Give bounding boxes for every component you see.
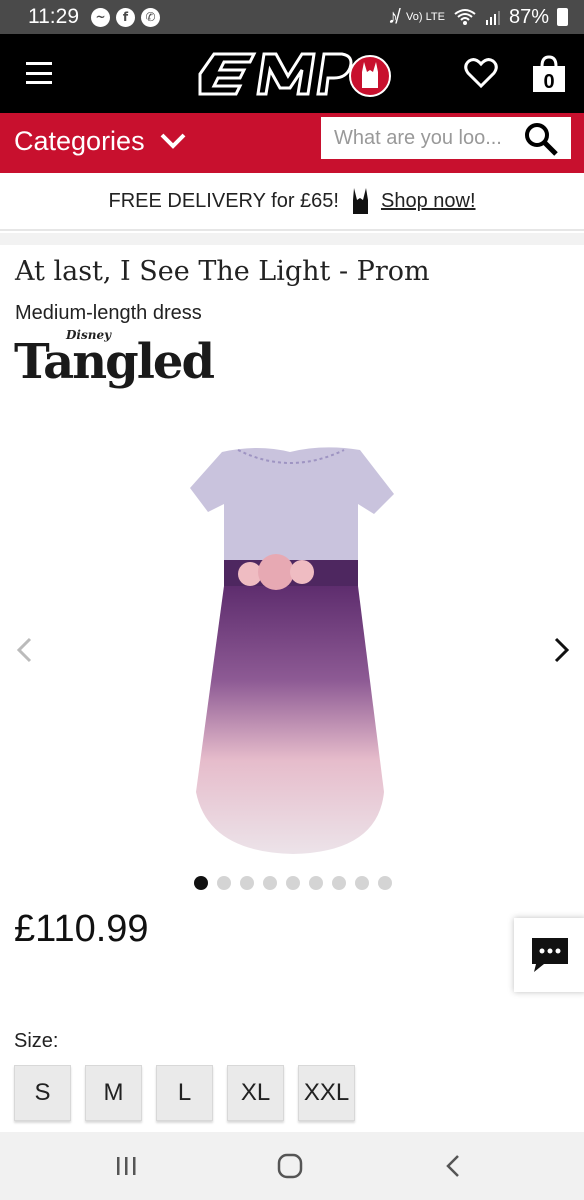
shop-now-link[interactable]: Shop now!	[381, 190, 476, 213]
gallery-dot[interactable]	[240, 876, 254, 890]
wishlist-heart-icon[interactable]	[464, 56, 498, 90]
facebook-icon: f	[116, 7, 135, 27]
categories-dropdown[interactable]: Categories	[14, 121, 187, 161]
rock-hand-icon	[352, 188, 368, 214]
category-search-bar: Categories	[0, 113, 584, 173]
gallery-dot[interactable]	[263, 876, 277, 890]
brand-name: Tangled	[14, 334, 215, 390]
product-gallery[interactable]	[0, 420, 584, 870]
battery-percent: 87%	[508, 5, 549, 28]
size-label: Size:	[14, 1030, 59, 1052]
size-xxl-button[interactable]: XXL	[298, 1065, 355, 1121]
chevron-right-icon[interactable]	[550, 635, 574, 665]
gallery-pagination	[194, 876, 392, 890]
chevron-down-icon	[160, 133, 185, 149]
gallery-dot[interactable]	[378, 876, 392, 890]
recent-apps-icon[interactable]	[110, 1150, 142, 1182]
status-time: 11:29	[28, 5, 79, 28]
wifi-icon	[454, 9, 476, 25]
gallery-dot[interactable]	[217, 876, 231, 890]
menu-icon[interactable]	[26, 62, 52, 84]
product-title: At last, I See The Light - Prom	[15, 256, 430, 287]
messenger-icon: ~	[91, 7, 110, 27]
status-bar: 11:29 ~ f ✆ ♪̸ Vo) LTE 87%	[0, 0, 584, 34]
whatsapp-icon: ✆	[141, 7, 160, 27]
size-options: S M L XL XXL	[14, 1065, 355, 1121]
categories-label: Categories	[14, 125, 145, 156]
battery-icon	[557, 8, 568, 26]
gallery-dot[interactable]	[332, 876, 346, 890]
site-header: 0	[0, 34, 584, 113]
chat-bubble-icon	[532, 938, 568, 972]
divider	[0, 233, 584, 245]
size-m-button[interactable]: M	[85, 1065, 142, 1121]
search-box[interactable]	[321, 117, 571, 159]
gallery-dot[interactable]	[286, 876, 300, 890]
back-icon[interactable]	[438, 1150, 470, 1182]
search-input[interactable]	[334, 126, 520, 150]
shopping-bag-icon[interactable]: 0	[530, 54, 568, 94]
delivery-banner: FREE DELIVERY for £65! Shop now!	[0, 173, 584, 231]
chevron-left-icon[interactable]	[12, 635, 36, 665]
cart-count: 0	[543, 71, 554, 93]
brand-logo[interactable]: Disney Tangled	[14, 328, 215, 410]
product-image[interactable]	[178, 432, 408, 862]
gallery-dot[interactable]	[194, 876, 208, 890]
product-subtitle: Medium-length dress	[15, 302, 202, 324]
emp-logo[interactable]	[192, 48, 392, 100]
volte-icon: Vo) LTE	[406, 11, 445, 23]
size-s-button[interactable]: S	[14, 1065, 71, 1121]
system-nav-bar	[0, 1132, 584, 1200]
product-price: £110.99	[14, 908, 149, 950]
notification-icons: ~ f ✆	[91, 7, 160, 27]
gallery-dot[interactable]	[355, 876, 369, 890]
size-xl-button[interactable]: XL	[227, 1065, 284, 1121]
signal-icon	[485, 11, 500, 25]
delivery-text: FREE DELIVERY for £65!	[108, 189, 339, 212]
chat-button[interactable]	[514, 918, 584, 992]
search-icon[interactable]	[523, 121, 559, 157]
size-l-button[interactable]: L	[156, 1065, 213, 1121]
gallery-dot[interactable]	[309, 876, 323, 890]
home-icon[interactable]	[274, 1150, 306, 1182]
mute-icon: ♪̸	[388, 5, 399, 28]
